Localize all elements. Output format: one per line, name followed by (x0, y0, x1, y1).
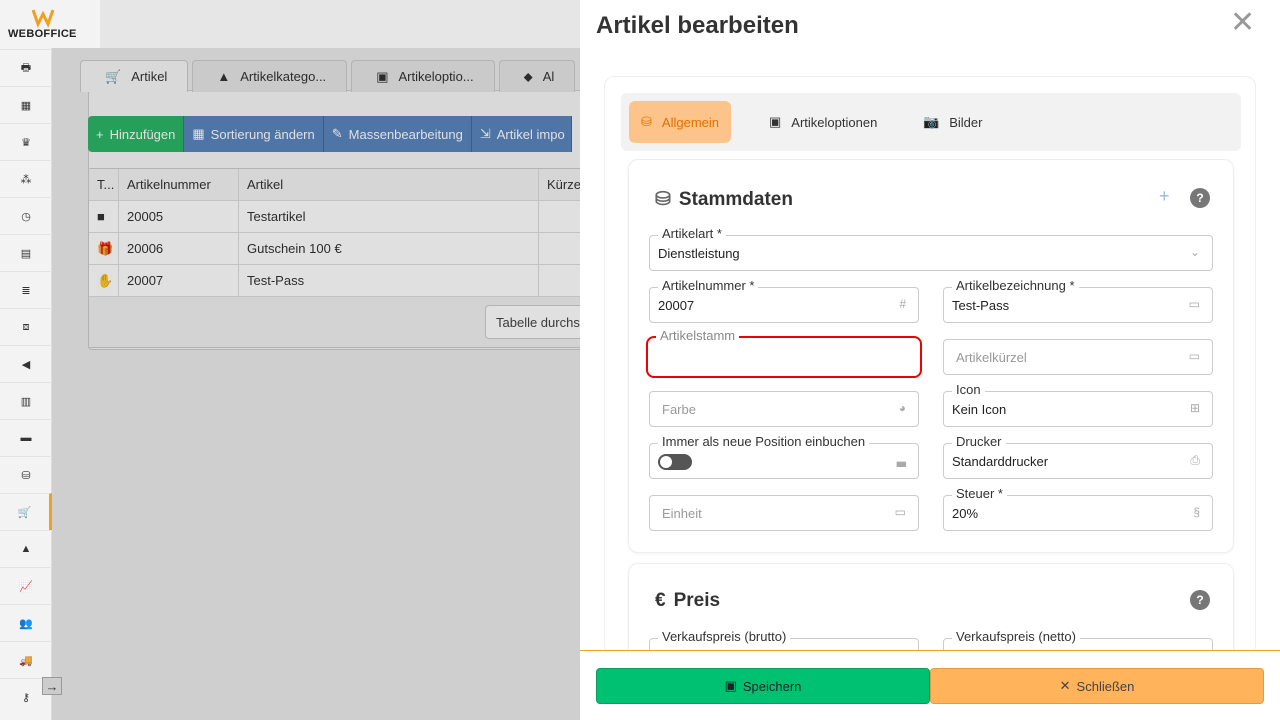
drawer-footer: ▣ Speichern ✕ Schließen (580, 650, 1280, 720)
artikelart-select[interactable]: Artikelart * Dienstleistung ⌄ (649, 227, 1213, 271)
brand-name: WEBOFFICE (8, 28, 77, 40)
position-toggle-field: Immer als neue Position einbuchen ▃ (649, 435, 919, 479)
weboffice-logo-icon (32, 9, 54, 28)
register-icon[interactable]: 🖶 (0, 49, 52, 86)
save-label: Speichern (742, 678, 802, 694)
stammdaten-title: ⛁ Stammdaten (655, 188, 793, 211)
field-label: Immer als neue Position einbuchen (658, 435, 870, 449)
subtab-label: Bilder (949, 114, 983, 130)
subtab-bilder[interactable]: 📷 Bilder (911, 101, 994, 143)
subtab-artikeloptionen[interactable]: ▣ Artikeloptionen (757, 101, 889, 143)
artikelstamm-field[interactable]: Artikelstamm (646, 329, 922, 378)
cart-icon[interactable]: 🛒 (0, 493, 52, 530)
field-value: Test-Pass (952, 298, 1010, 313)
icon-field[interactable]: Icon Kein Icon ⊞ (943, 383, 1213, 427)
icons-icon: ⊞ (1189, 401, 1200, 415)
expand-arrow-icon[interactable]: → (42, 677, 62, 695)
stammdaten-title-text: Stammdaten (678, 188, 793, 210)
stats-icon[interactable]: 📈 (0, 567, 52, 604)
field-label: Verkaufspreis (brutto) (658, 630, 791, 644)
close-icon: ✕ (1059, 678, 1071, 693)
close-icon[interactable]: ✕ (1230, 8, 1255, 38)
preis-title-text: Preis (673, 590, 721, 611)
truck-icon[interactable]: 🚚 (0, 641, 52, 678)
list-icon[interactable]: ≣ (0, 271, 52, 308)
options-icon: ▣ (769, 114, 782, 129)
database-icon[interactable]: ⛁ (0, 456, 52, 493)
warehouse-icon[interactable]: ▲ (0, 530, 52, 567)
printer-icon: ⎙ (1190, 453, 1200, 467)
field-label: Verkaufspreis (netto) (952, 630, 1080, 644)
field-placeholder: Artikelkürzel (956, 350, 1027, 365)
calendar-icon[interactable]: ▦ (0, 86, 52, 123)
comment-icon: ▭ (1188, 297, 1200, 311)
document-icon[interactable]: ▤ (0, 234, 52, 271)
close-label: Schließen (1076, 678, 1135, 694)
steuer-field[interactable]: Steuer * 20% § (943, 487, 1213, 531)
modal-overlay-top[interactable] (100, 0, 580, 48)
database-icon: ⛁ (655, 189, 671, 210)
save-icon: ▣ (724, 678, 737, 693)
stammdaten-card: ⛁ Stammdaten + ? Artikelart * Dienstleist… (628, 159, 1234, 553)
position-toggle[interactable] (658, 454, 692, 470)
comment-icon: ▭ (894, 505, 906, 519)
euro-icon: € (655, 590, 666, 611)
database-icon: ⛁ (641, 114, 652, 129)
chevron-down-icon: ⌄ (1189, 245, 1200, 259)
network-icon[interactable]: ⁂ (0, 160, 52, 197)
field-label: Artikelbezeichnung * (952, 279, 1079, 293)
farbe-field[interactable]: Farbe ◕ (649, 391, 919, 427)
preis-card: € Preis ? Verkaufspreis (brutto) Verkaufs… (628, 563, 1234, 655)
field-label: Icon (952, 383, 985, 397)
clock-icon[interactable]: ◷ (0, 197, 52, 234)
save-button[interactable]: ▣ Speichern (596, 668, 930, 704)
modal-overlay[interactable] (52, 48, 580, 720)
field-label: Artikelnummer * (658, 279, 759, 293)
users-icon[interactable]: 👥 (0, 604, 52, 641)
comment-icon: ▭ (1188, 349, 1200, 363)
field-value: Dienstleistung (658, 246, 740, 261)
sidebar: 🖶 ▦ ♛ ⁂ ◷ ▤ ≣ ⧈ ◀ ▥ ▬ ⛁ 🛒 ▲ 📈 👥 🚚 ⚷ (0, 0, 52, 720)
field-value: Standarddrucker (952, 454, 1049, 469)
folder-icon[interactable]: ▬ (0, 419, 52, 456)
einheit-field[interactable]: Einheit ▭ (649, 495, 919, 531)
inbox-icon: ▃ (896, 453, 906, 467)
form-container: ⛁ Allgemein ▣ Artikeloptionen 📷 Bilder ⛁ Sta… (604, 76, 1256, 656)
help-icon[interactable]: ? (1190, 590, 1210, 610)
crown-icon[interactable]: ♛ (0, 123, 52, 160)
subtab-label: Artikeloptionen (791, 114, 878, 130)
field-label: Drucker (952, 435, 1006, 449)
field-label: Artikelart * (658, 227, 726, 241)
field-value: 20% (952, 506, 979, 521)
cubes-icon[interactable]: ⧈ (0, 308, 52, 345)
logo: WEBOFFICE (0, 0, 100, 48)
field-placeholder: Einheit (662, 506, 702, 521)
field-value: 20007 (658, 298, 695, 313)
artikelbezeichnung-field[interactable]: Artikelbezeichnung * Test-Pass ▭ (943, 279, 1213, 323)
camera-icon: 📷 (923, 114, 940, 129)
subtab-allgemein[interactable]: ⛁ Allgemein (629, 101, 731, 143)
hash-icon: # (899, 297, 906, 311)
add-icon[interactable]: + (1159, 186, 1170, 207)
subtab-bar: ⛁ Allgemein ▣ Artikeloptionen 📷 Bilder (621, 93, 1241, 151)
artikelkuerzel-field[interactable]: Artikelkürzel ▭ (943, 339, 1213, 375)
close-button[interactable]: ✕ Schließen (930, 668, 1264, 704)
field-label: Steuer * (952, 487, 1007, 501)
palette-icon: ◕ (898, 401, 906, 415)
field-value: Kein Icon (952, 402, 1007, 417)
chart-icon[interactable]: ▥ (0, 382, 52, 419)
megaphone-icon[interactable]: ◀ (0, 345, 52, 382)
subtab-label: Allgemein (661, 114, 719, 130)
edit-drawer: Artikel bearbeiten ✕ ⛁ Allgemein ▣ Artikel… (580, 0, 1280, 720)
preis-title: € Preis (655, 590, 720, 612)
field-label: Artikelstamm (656, 329, 740, 343)
field-placeholder: Farbe (662, 402, 696, 417)
section-icon: § (1193, 505, 1200, 519)
drawer-title: Artikel bearbeiten (596, 12, 799, 39)
help-icon[interactable]: ? (1190, 188, 1210, 208)
artikelnummer-field[interactable]: Artikelnummer * 20007 # (649, 279, 919, 323)
drucker-field[interactable]: Drucker Standarddrucker ⎙ (943, 435, 1213, 479)
